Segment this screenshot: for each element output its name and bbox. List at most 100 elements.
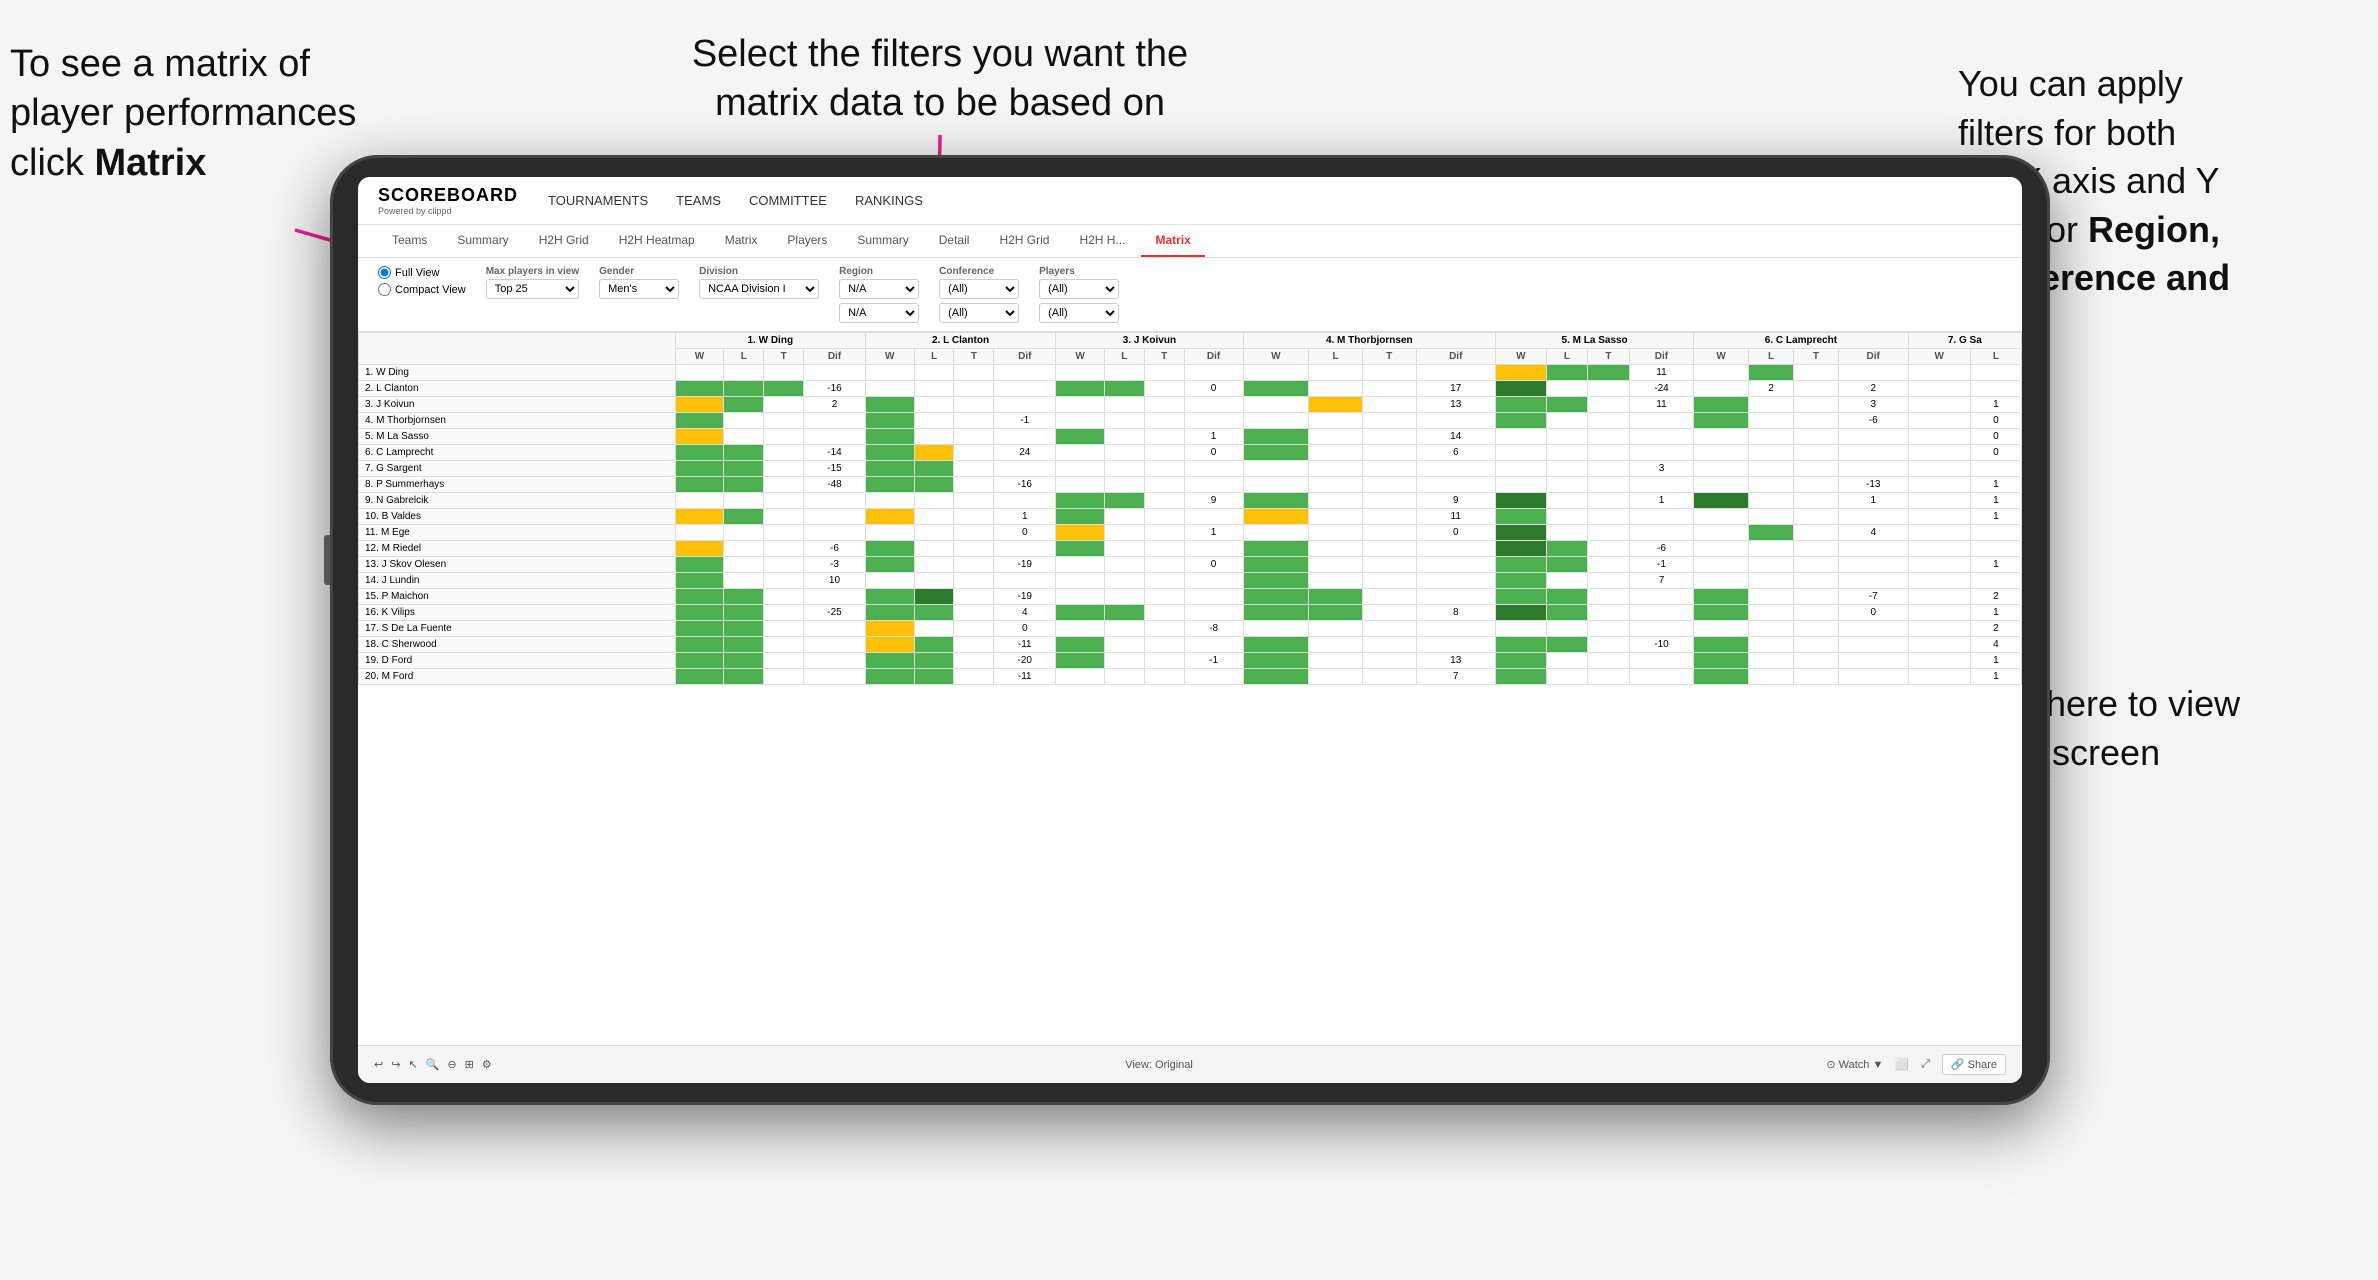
wlt-t1: T <box>764 349 804 365</box>
compact-view-option[interactable]: Compact View <box>378 283 466 296</box>
tab-h2h-h[interactable]: H2H H... <box>1065 225 1139 257</box>
cell-11-12 <box>1243 541 1309 557</box>
toolbar-left: ↩ ↪ ↖ 🔍 ⊖ ⊞ ⚙ <box>374 1058 492 1071</box>
cell-0-5 <box>914 365 954 381</box>
region-select1[interactable]: N/A <box>839 279 919 299</box>
cell-5-11: 0 <box>1184 445 1243 461</box>
cell-10-7: 0 <box>994 525 1056 541</box>
cell-10-20 <box>1694 525 1749 541</box>
wlt-l2: L <box>914 349 954 365</box>
cell-17-20 <box>1694 637 1749 653</box>
cell-19-24 <box>1908 669 1970 685</box>
cell-11-11 <box>1184 541 1243 557</box>
full-view-radio[interactable] <box>378 266 391 279</box>
cell-4-5 <box>914 429 954 445</box>
cell-9-19 <box>1629 509 1694 525</box>
cell-7-16 <box>1495 477 1546 493</box>
cell-10-21 <box>1749 525 1794 541</box>
tab-teams[interactable]: Teams <box>378 225 441 257</box>
nav-teams[interactable]: TEAMS <box>676 193 721 208</box>
cell-6-20 <box>1694 461 1749 477</box>
tab-detail[interactable]: Detail <box>925 225 984 257</box>
nav-tournaments[interactable]: TOURNAMENTS <box>548 193 648 208</box>
cell-9-14 <box>1362 509 1416 525</box>
cell-5-18 <box>1588 445 1630 461</box>
cell-18-5 <box>914 653 954 669</box>
screen-icon[interactable]: ⬜ <box>1895 1058 1909 1071</box>
table-row: 19. D Ford-20-1131 <box>359 653 2022 669</box>
cursor-icon[interactable]: ↖ <box>408 1058 417 1071</box>
wlt-t5: T <box>1588 349 1630 365</box>
cell-19-1 <box>724 669 764 685</box>
tab-matrix[interactable]: Matrix <box>711 225 772 257</box>
cell-9-4 <box>865 509 914 525</box>
cell-12-0 <box>675 557 724 573</box>
zoom-out-icon[interactable]: ⊖ <box>447 1058 456 1071</box>
cell-15-3: -25 <box>804 605 866 621</box>
players-select1[interactable]: (All) <box>1039 279 1119 299</box>
cell-2-25: 1 <box>1970 397 2021 413</box>
cell-6-21 <box>1749 461 1794 477</box>
tab-h2h-grid2[interactable]: H2H Grid <box>985 225 1063 257</box>
cell-12-9 <box>1104 557 1144 573</box>
tab-summary[interactable]: Summary <box>443 225 522 257</box>
cell-4-10 <box>1144 429 1184 445</box>
zoom-in-icon[interactable]: 🔍 <box>426 1058 440 1071</box>
cell-8-12 <box>1243 493 1309 509</box>
tab-players[interactable]: Players <box>773 225 841 257</box>
division-select[interactable]: NCAA Division I <box>699 279 819 299</box>
watch-button[interactable]: ⊙ Watch ▼ <box>1826 1058 1883 1071</box>
conference-select2[interactable]: (All) <box>939 303 1019 323</box>
cell-2-23: 3 <box>1838 397 1908 413</box>
redo-icon[interactable]: ↪ <box>391 1058 400 1071</box>
cell-12-7: -19 <box>994 557 1056 573</box>
full-view-option[interactable]: Full View <box>378 266 466 279</box>
cell-11-10 <box>1144 541 1184 557</box>
cell-12-3: -3 <box>804 557 866 573</box>
tab-h2h-heatmap[interactable]: H2H Heatmap <box>605 225 709 257</box>
tab-summary2[interactable]: Summary <box>843 225 922 257</box>
cell-13-20 <box>1694 573 1749 589</box>
cell-2-8 <box>1056 397 1105 413</box>
cell-9-12 <box>1243 509 1309 525</box>
tab-matrix-active[interactable]: Matrix <box>1141 225 1204 257</box>
cell-15-23: 0 <box>1838 605 1908 621</box>
max-players-select[interactable]: Top 25 <box>486 279 579 299</box>
cell-2-15: 13 <box>1416 397 1495 413</box>
fit-icon[interactable]: ⊞ <box>465 1058 474 1071</box>
cell-1-7 <box>994 381 1056 397</box>
cell-8-0 <box>675 493 724 509</box>
cell-17-15 <box>1416 637 1495 653</box>
cell-6-8 <box>1056 461 1105 477</box>
cell-18-17 <box>1546 653 1588 669</box>
gender-select[interactable]: Men's <box>599 279 679 299</box>
compact-view-radio[interactable] <box>378 283 391 296</box>
players-select2[interactable]: (All) <box>1039 303 1119 323</box>
cell-13-9 <box>1104 573 1144 589</box>
cell-16-15 <box>1416 621 1495 637</box>
settings-icon[interactable]: ⚙ <box>482 1058 492 1071</box>
col-header-2: 2. L Clanton <box>865 333 1055 349</box>
conference-select1[interactable]: (All) <box>939 279 1019 299</box>
cell-19-10 <box>1144 669 1184 685</box>
cell-7-18 <box>1588 477 1630 493</box>
region-select2[interactable]: N/A <box>839 303 919 323</box>
wlt-dif4: Dif <box>1416 349 1495 365</box>
annotation-top-left: To see a matrix of player performances c… <box>10 40 360 188</box>
share-button[interactable]: 🔗 Share <box>1942 1054 2006 1075</box>
tab-h2h-grid[interactable]: H2H Grid <box>525 225 603 257</box>
toolbar-right: ⊙ Watch ▼ ⬜ ⤢ 🔗 Share <box>1826 1054 2006 1075</box>
undo-icon[interactable]: ↩ <box>374 1058 383 1071</box>
nav-committee[interactable]: COMMITTEE <box>749 193 827 208</box>
fullscreen-icon[interactable]: ⤢ <box>1921 1058 1930 1071</box>
cell-18-22 <box>1793 653 1838 669</box>
nav-rankings[interactable]: RANKINGS <box>855 193 923 208</box>
cell-7-3: -48 <box>804 477 866 493</box>
cell-4-6 <box>954 429 994 445</box>
matrix-container[interactable]: 1. W Ding 2. L Clanton 3. J Koivun 4. M … <box>358 332 2022 1078</box>
cell-3-21 <box>1749 413 1794 429</box>
cell-5-10 <box>1144 445 1184 461</box>
cell-13-10 <box>1144 573 1184 589</box>
cell-1-24 <box>1908 381 1970 397</box>
row-header-6: 7. G Sargent <box>359 461 676 477</box>
